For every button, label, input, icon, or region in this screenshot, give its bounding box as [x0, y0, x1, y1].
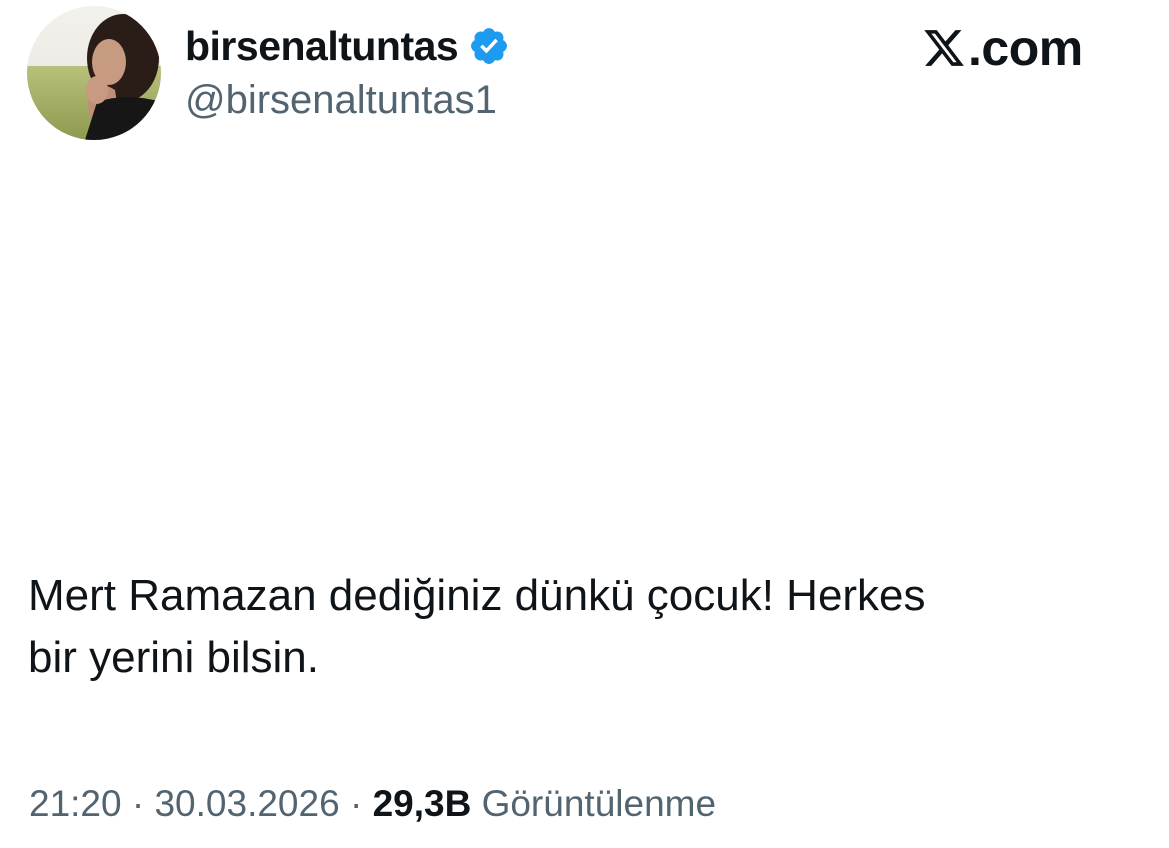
- meta-separator: ·: [131, 783, 145, 824]
- tweet-time[interactable]: 21:20: [29, 783, 122, 824]
- tweet-text-line: Mert Ramazan dediğiniz dünkü çocuk! Herk…: [28, 571, 926, 620]
- author-handle[interactable]: @birsenaltuntas1: [185, 78, 497, 123]
- x-logo-icon: [922, 25, 966, 71]
- author-name-row: birsenaltuntas: [185, 20, 510, 72]
- brand-domain-text: .com: [968, 20, 1083, 76]
- avatar-photo: [27, 6, 161, 140]
- brand-logo: .com: [922, 20, 1083, 76]
- views-label: Görüntülenme: [481, 783, 717, 824]
- display-name[interactable]: birsenaltuntas: [185, 23, 459, 70]
- verified-badge-icon: [468, 25, 510, 67]
- avatar[interactable]: [27, 6, 161, 140]
- tweet-date[interactable]: 30.03.2026: [154, 783, 339, 824]
- tweet-text-line: bir yerini bilsin.: [28, 633, 319, 682]
- tweet-text: Mert Ramazan dediğiniz dünkü çocuk! Herk…: [28, 565, 1128, 689]
- meta-separator: ·: [349, 783, 363, 824]
- tweet-meta: 21:20 · 30.03.2026 · 29,3B Görüntülenme: [29, 780, 716, 828]
- views-count[interactable]: 29,3B: [373, 783, 472, 824]
